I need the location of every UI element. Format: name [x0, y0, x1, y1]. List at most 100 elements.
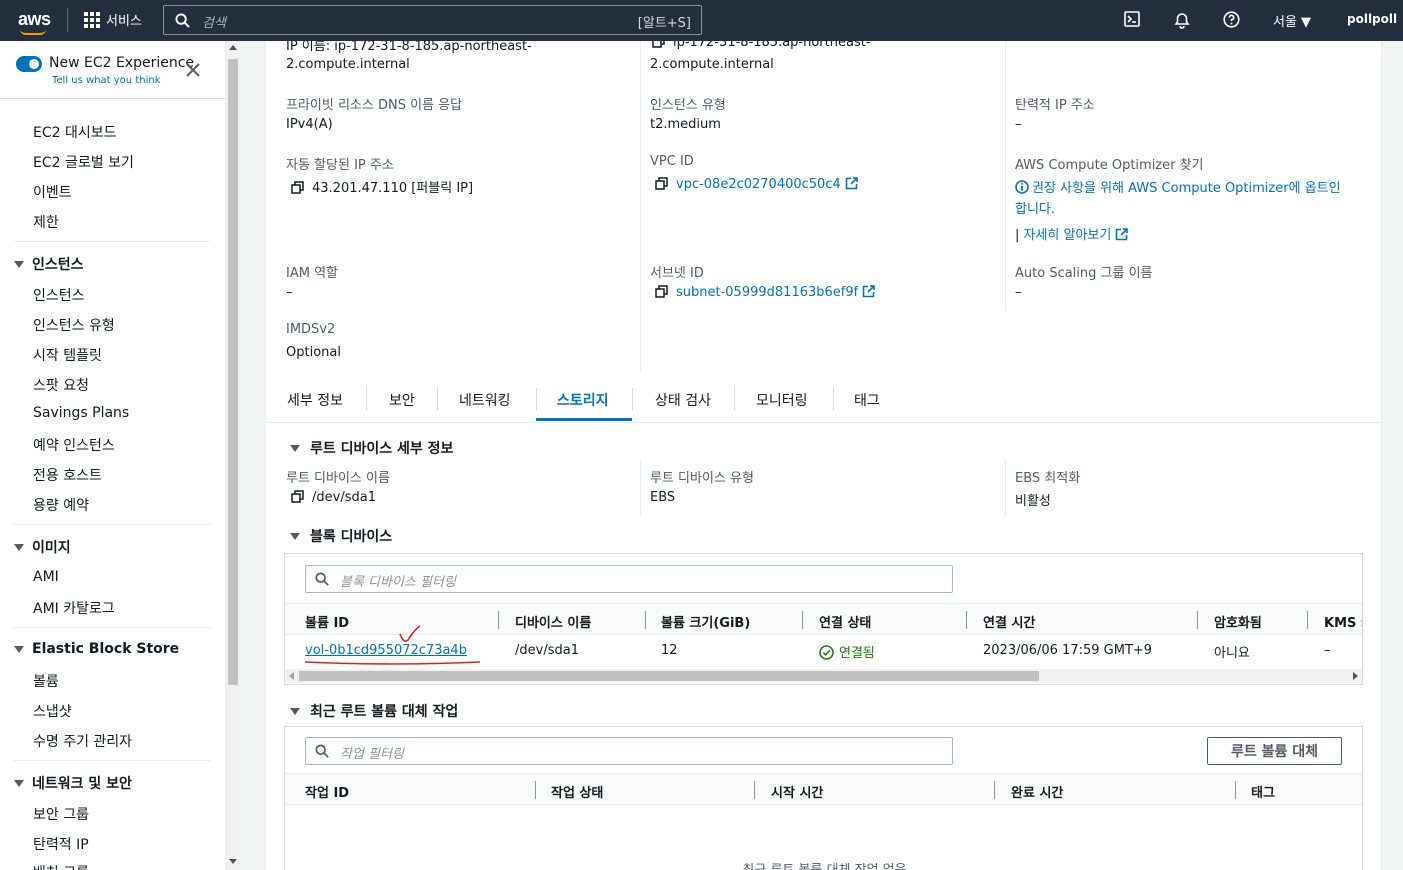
task-filter-input[interactable]: 작업 필터링: [305, 737, 953, 765]
copy-icon[interactable]: [652, 41, 665, 48]
tab-separator: [437, 388, 438, 410]
sidebar-item-snapshots[interactable]: 스냅샷: [33, 701, 72, 721]
column-resizer[interactable]: [754, 781, 755, 799]
sidebar-item-ec2-dashboard[interactable]: EC2 대시보드: [33, 122, 117, 142]
attach-status-cell: 연결됨: [819, 642, 875, 661]
column-resizer[interactable]: [966, 611, 967, 629]
search-icon: [175, 13, 190, 28]
nav-divider: [67, 8, 68, 32]
close-icon[interactable]: [186, 63, 200, 77]
external-link-icon: [862, 285, 876, 298]
filter-placeholder: 작업 필터링: [340, 747, 404, 762]
region-selector[interactable]: 서울 ▼: [1273, 11, 1311, 30]
sidebar-section-instances[interactable]: 인스턴스: [14, 254, 84, 274]
tab-monitoring[interactable]: 모니터링: [756, 390, 808, 410]
col-task-id[interactable]: 작업 ID: [305, 782, 349, 801]
services-menu-button[interactable]: 서비스: [84, 10, 142, 29]
subnet-id-link[interactable]: subnet-05999d81163b6ef9f: [655, 285, 876, 300]
root-device-section-header[interactable]: 루트 디바이스 세부 정보: [290, 438, 453, 458]
sidebar-item-dedicated-hosts[interactable]: 전용 호스트: [33, 465, 102, 485]
vpc-id-label: VPC ID: [650, 154, 694, 169]
sidebar-item-lifecycle-manager[interactable]: 수명 주기 관리자: [33, 731, 132, 751]
column-resizer[interactable]: [535, 781, 536, 799]
col-task-status[interactable]: 작업 상태: [551, 782, 603, 801]
col-volume-size[interactable]: 볼륨 크기(GiB): [661, 612, 750, 631]
column-resizer[interactable]: [1197, 611, 1198, 629]
tab-tags[interactable]: 태그: [854, 390, 880, 410]
cloudshell-icon[interactable]: [1124, 11, 1140, 27]
col-start-time[interactable]: 시작 시간: [771, 782, 823, 801]
column-resizer[interactable]: [1235, 781, 1236, 799]
sidebar-item-capacity-reservations[interactable]: 용량 예약: [33, 495, 89, 515]
col-kms-key[interactable]: KMS 키: [1324, 612, 1362, 631]
sidebar-item-volumes[interactable]: 볼륨: [33, 671, 59, 691]
col-attach-time[interactable]: 연결 시간: [983, 612, 1035, 631]
sidebar-item-instance-types[interactable]: 인스턴스 유형: [33, 315, 115, 335]
column-resizer[interactable]: [802, 611, 803, 629]
root-replace-section-header[interactable]: 최근 루트 볼륨 대체 작업: [290, 701, 458, 721]
aws-logo[interactable]: aws: [18, 9, 51, 35]
elastic-ip-value: –: [1015, 117, 1022, 132]
sidebar-section-ebs[interactable]: Elastic Block Store: [14, 641, 179, 657]
col-encrypted[interactable]: 암호화됨: [1214, 612, 1262, 631]
sidebar-item-savings-plans[interactable]: Savings Plans: [33, 405, 129, 421]
tab-storage[interactable]: 스토리지: [557, 390, 609, 410]
column-resizer[interactable]: [645, 611, 646, 629]
horizontal-scrollbar[interactable]: [285, 669, 1362, 683]
global-search-input[interactable]: 검색 [알트+S]: [163, 5, 702, 35]
replace-root-volume-button[interactable]: 루트 볼륨 대체: [1207, 737, 1342, 765]
private-dns-value: IPv4(A): [286, 117, 333, 132]
sidebar-divider: [14, 241, 210, 242]
sidebar-item-instances[interactable]: 인스턴스: [33, 285, 85, 305]
sidebar-section-images[interactable]: 이미지: [14, 537, 71, 557]
sidebar-divider: [14, 524, 210, 525]
sidebar-section-network[interactable]: 네트워크 및 보안: [14, 773, 132, 793]
sidebar-item-placement-groups[interactable]: 배치 그룹: [33, 862, 89, 870]
vpc-id-link[interactable]: vpc-08e2c0270400c50c4: [655, 177, 858, 192]
iam-role-value: –: [286, 285, 293, 300]
sidebar-item-spot-requests[interactable]: 스팟 요청: [33, 375, 89, 395]
sidebar-item-global-view[interactable]: EC2 글로벌 보기: [33, 152, 134, 172]
new-experience-toggle[interactable]: [16, 56, 42, 72]
optimizer-link-cont[interactable]: 합니다.: [1015, 198, 1055, 217]
sidebar-item-ami-catalog[interactable]: AMI 카탈로그: [33, 598, 115, 618]
search-icon: [315, 572, 329, 586]
experience-title: New EC2 Experience: [49, 55, 195, 71]
col-complete-time[interactable]: 완료 시간: [1011, 782, 1063, 801]
tab-status-checks[interactable]: 상태 검사: [655, 390, 711, 410]
help-icon[interactable]: [1223, 11, 1240, 28]
tab-details[interactable]: 세부 정보: [287, 390, 343, 410]
sidebar-item-security-groups[interactable]: 보안 그룹: [33, 804, 89, 824]
copy-icon[interactable]: [291, 181, 304, 194]
sidebar-item-launch-templates[interactable]: 시작 템플릿: [33, 345, 102, 365]
col-tags[interactable]: 태그: [1251, 782, 1275, 801]
col-device-name[interactable]: 디바이스 이름: [515, 612, 591, 631]
tab-networking[interactable]: 네트워킹: [459, 390, 511, 410]
search-placeholder: 검색: [202, 16, 226, 31]
sidebar-item-elastic-ip[interactable]: 탄력적 IP: [33, 834, 89, 854]
account-menu[interactable]: pollpoll: [1347, 12, 1397, 26]
copy-icon[interactable]: [655, 285, 668, 298]
column-divider: [640, 41, 641, 372]
copy-icon[interactable]: [291, 490, 304, 503]
optimizer-link[interactable]: 권장 사항을 위해 AWS Compute Optimizer에 옵트인: [1015, 177, 1341, 196]
learn-more-link[interactable]: | 자세히 알아보기: [1015, 224, 1129, 243]
sidebar-scrollbar[interactable]: [226, 41, 240, 870]
sidebar-item-limits[interactable]: 제한: [33, 212, 59, 232]
block-device-filter-input[interactable]: 블록 디바이스 필터링: [305, 565, 953, 593]
sidebar-item-events[interactable]: 이벤트: [33, 182, 72, 202]
column-resizer[interactable]: [1307, 611, 1308, 629]
caret-down-icon: [290, 444, 300, 452]
sidebar-item-reserved-instances[interactable]: 예약 인스턴스: [33, 435, 115, 455]
sidebar-item-ami[interactable]: AMI: [33, 569, 59, 585]
volume-size-cell: 12: [661, 643, 678, 658]
auto-ip-label: 자동 할당된 IP 주소: [286, 158, 394, 173]
tab-separator: [366, 388, 367, 410]
copy-icon[interactable]: [655, 177, 668, 190]
tab-security[interactable]: 보안: [389, 390, 415, 410]
block-devices-section-header[interactable]: 블록 디바이스: [290, 526, 392, 546]
col-attach-status[interactable]: 연결 상태: [819, 612, 871, 631]
column-resizer[interactable]: [994, 781, 995, 799]
feedback-link[interactable]: Tell us what you think: [52, 75, 161, 86]
bell-icon[interactable]: [1173, 11, 1191, 29]
